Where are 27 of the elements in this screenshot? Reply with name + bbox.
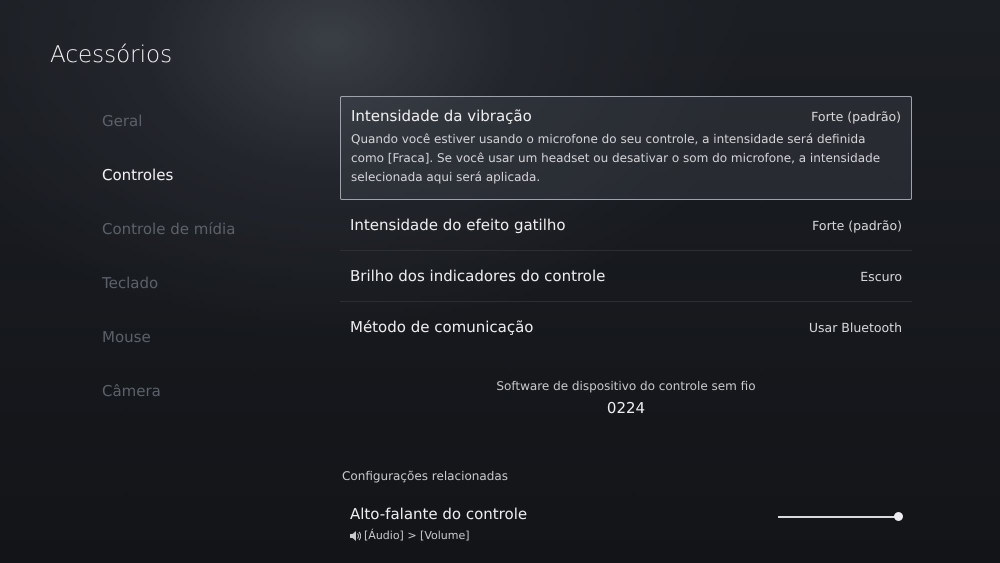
setting-label: Intensidade da vibração xyxy=(351,107,532,125)
setting-value: Escuro xyxy=(860,268,902,284)
setting-label: Alto-falante do controle xyxy=(350,505,528,523)
setting-row[interactable]: Método de comunicação Usar Bluetooth xyxy=(340,302,912,352)
page-title: Acessórios xyxy=(50,41,174,70)
sidebar-item[interactable]: Controles xyxy=(50,150,340,204)
setting-description: Quando você estiver usando o microfone do seu controle, a intensidade será definida como [Fraca]. Se você usar um headset ou desativar o som do microfone, a intensidade selecionada aqui será aplicada. xyxy=(351,131,882,186)
setting-value: Forte (padrão) xyxy=(812,218,902,232)
setting-row[interactable] xyxy=(340,96,912,200)
section-heading: Configurações relacionadas xyxy=(342,469,509,483)
setting-value: Forte (padrão) xyxy=(811,108,901,124)
volume-slider[interactable] xyxy=(778,512,902,522)
sidebar-item[interactable]: Mouse xyxy=(50,312,340,366)
sidebar-item[interactable]: Teclado xyxy=(50,258,340,312)
firmware-label: Software de dispositivo do controle sem fio xyxy=(496,379,756,393)
setting-label: Intensidade do efeito gatilho xyxy=(350,216,566,234)
setting-row[interactable]: Intensidade do efeito gatilho Forte (padrão) xyxy=(340,200,912,251)
sidebar-item[interactable]: Controle de mídia xyxy=(50,204,340,258)
setting-value: Usar Bluetooth xyxy=(808,320,902,334)
sidebar-item[interactable]: Câmera xyxy=(50,366,340,420)
setting-label: Método de comunicação xyxy=(350,318,534,336)
setting-label: Brilho dos indicadores do controle xyxy=(350,267,606,285)
sidebar-item[interactable]: Geral xyxy=(50,96,340,150)
speaker-icon xyxy=(350,530,361,540)
setting-row[interactable]: Brilho dos indicadores do controle Escuro xyxy=(340,251,912,302)
firmware-version: 0224 xyxy=(606,399,646,417)
settings-path: [Áudio] > [Volume] xyxy=(364,529,470,542)
